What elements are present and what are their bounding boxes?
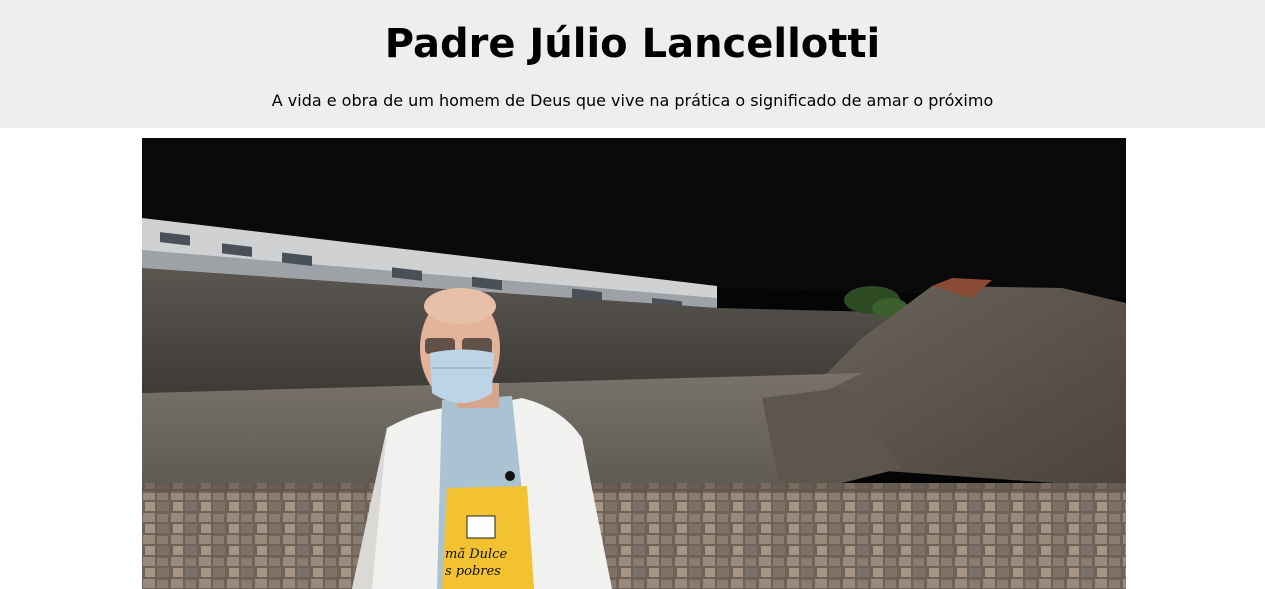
apron-text-1: mã Dulce [445,547,507,562]
page-subtitle: A vida e obra de um homem de Deus que vi… [271,91,994,110]
page-header: Padre Júlio Lancellotti A vida e obra de… [0,0,1265,128]
hero-photo: mã Dulce s pobres [142,138,1126,589]
page-title: Padre Júlio Lancellotti [384,21,881,67]
hero-photo-illustration: mã Dulce s pobres [142,138,1126,589]
apron-text-2: s pobres [445,564,501,579]
